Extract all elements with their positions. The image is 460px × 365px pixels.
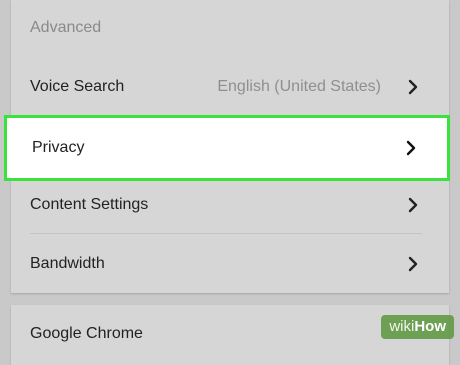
wikihow-watermark-logo: wikiHow	[381, 315, 454, 339]
chevron-right-icon	[407, 256, 419, 272]
watermark-wiki-text: wiki	[389, 318, 415, 335]
settings-item-label: Google Chrome	[30, 325, 143, 342]
section-header-advanced: Advanced	[30, 19, 102, 36]
settings-item-label: Privacy	[32, 139, 85, 156]
settings-item-label: Content Settings	[30, 196, 149, 213]
chevron-right-icon	[407, 79, 419, 95]
settings-item-voice-search[interactable]: Voice Search English (United States)	[11, 58, 449, 116]
watermark-how-text: How	[414, 318, 446, 335]
settings-item-label: Bandwidth	[30, 255, 105, 272]
settings-item-content-settings[interactable]: Content Settings	[11, 176, 449, 234]
settings-item-privacy-highlighted[interactable]: Privacy	[4, 115, 450, 181]
chevron-right-icon	[405, 140, 417, 156]
row-divider	[30, 233, 422, 234]
settings-item-value: English (United States)	[217, 78, 381, 95]
settings-item-label: Voice Search	[30, 78, 125, 95]
chevron-right-icon	[407, 197, 419, 213]
settings-item-bandwidth[interactable]: Bandwidth	[11, 235, 449, 293]
